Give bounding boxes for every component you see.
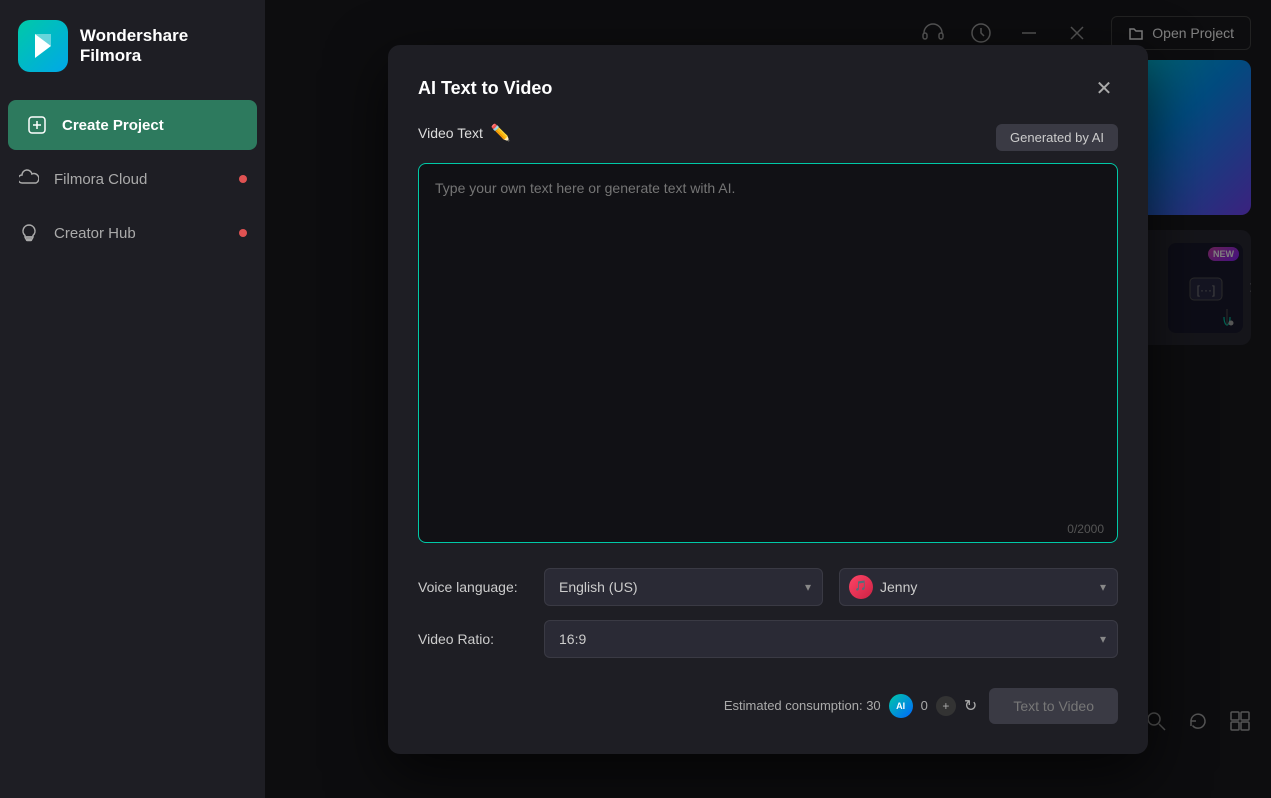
voice-language-label: Voice language: (418, 579, 528, 595)
cloud-icon (18, 168, 40, 190)
filmora-cloud-badge (239, 175, 247, 183)
video-text-header: Video Text ✏️ Generated by AI (418, 123, 1118, 153)
logo-icon (18, 20, 68, 72)
voice-language-select-wrapper: English (US) Spanish French German Chine… (544, 568, 823, 606)
sidebar-item-label-creator-hub: Creator Hub (54, 225, 136, 242)
sidebar-item-create-project[interactable]: Create Project (8, 100, 257, 150)
modal-title: AI Text to Video (418, 78, 552, 99)
modal-header: AI Text to Video ✕ (418, 75, 1118, 103)
char-count: 0/2000 (1067, 522, 1104, 536)
credit-count: 0 (921, 698, 928, 713)
app-name: Wondershare Filmora (80, 26, 247, 67)
voice-language-row: Voice language: English (US) Spanish Fre… (418, 568, 1118, 606)
sidebar-item-label-create-project: Create Project (62, 117, 164, 134)
lightbulb-icon (18, 222, 40, 244)
voice-avatar: 🎵 (849, 575, 873, 599)
nav-items: Create Project Filmora Cloud Creator Hub (0, 92, 265, 266)
add-credits-button[interactable]: + (936, 696, 956, 716)
creator-hub-badge (239, 229, 247, 237)
text-area-wrapper: 0/2000 (418, 163, 1118, 548)
modal: AI Text to Video ✕ Video Text ✏️ Generat… (388, 45, 1148, 754)
video-ratio-row: Video Ratio: 16:9 9:16 1:1 4:3 ▾ (418, 620, 1118, 658)
video-text-input[interactable] (418, 163, 1118, 543)
voice-name-select[interactable]: Jenny Guy Aria (839, 568, 1118, 606)
sidebar-item-filmora-cloud[interactable]: Filmora Cloud (0, 154, 265, 204)
estimated-text-label: Estimated consumption: 30 (724, 698, 881, 713)
video-text-label: Video Text ✏️ (418, 123, 511, 143)
generated-by-ai-button[interactable]: Generated by AI (996, 124, 1118, 151)
refresh-credits-icon[interactable]: ↻ (964, 696, 977, 716)
plus-square-icon (26, 114, 48, 136)
modal-footer: Estimated consumption: 30 AI 0 + ↻ Text … (418, 672, 1118, 724)
modal-overlay: AI Text to Video ✕ Video Text ✏️ Generat… (265, 0, 1271, 798)
logo-area: Wondershare Filmora (0, 0, 265, 92)
estimated-consumption: Estimated consumption: 30 AI 0 + ↻ (418, 694, 977, 718)
text-to-video-button[interactable]: Text to Video (989, 688, 1118, 724)
edit-icon: ✏️ (491, 123, 511, 143)
logo-text: Wondershare Filmora (80, 26, 247, 67)
sidebar-item-creator-hub[interactable]: Creator Hub (0, 208, 265, 258)
sidebar: Wondershare Filmora Create Project Filmo… (0, 0, 265, 798)
ai-badge: AI (889, 694, 913, 718)
video-ratio-select[interactable]: 16:9 9:16 1:1 4:3 (544, 620, 1118, 658)
sidebar-item-label-filmora-cloud: Filmora Cloud (54, 171, 147, 188)
voice-language-select[interactable]: English (US) Spanish French German Chine… (544, 568, 823, 606)
modal-close-button[interactable]: ✕ (1090, 75, 1118, 103)
video-ratio-label: Video Ratio: (418, 631, 528, 647)
voice-name-select-wrapper: 🎵 Jenny Guy Aria ▾ (839, 568, 1118, 606)
video-ratio-select-wrapper: 16:9 9:16 1:1 4:3 ▾ (544, 620, 1118, 658)
